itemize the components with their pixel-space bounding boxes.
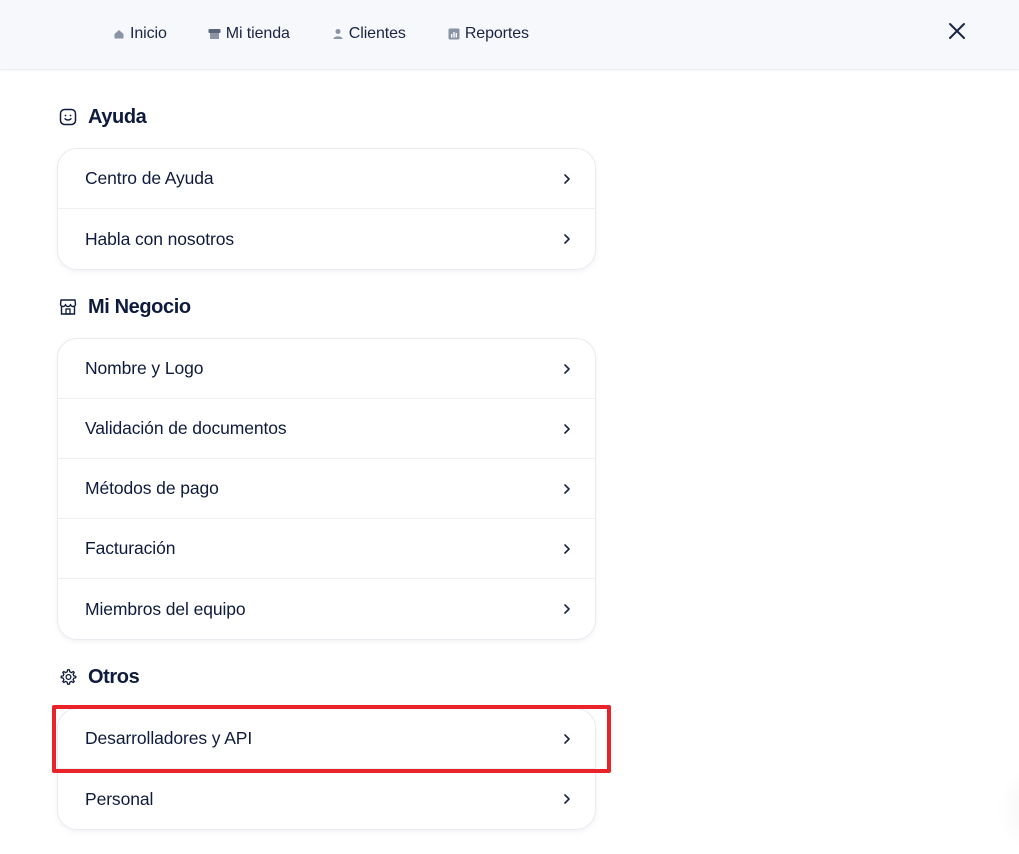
nav-item-reportes[interactable]: Reportes [447,19,529,49]
ayuda-card: Centro de Ayuda Habla con nosotros [57,148,596,270]
chevron-right-icon [561,423,573,435]
menu-item-label: Habla con nosotros [85,228,234,249]
main-nav: Inicio Mi tienda Clientes Reportes [112,0,570,68]
nav-item-label: Clientes [348,25,406,42]
section-header-otros: Otros [58,663,140,691]
section-title: Ayuda [88,105,147,128]
chevron-right-icon [561,363,573,375]
close-button[interactable] [944,20,970,46]
chevron-right-icon [561,483,573,495]
nav-item-clientes[interactable]: Clientes [331,19,406,49]
menu-item-centro-de-ayuda[interactable]: Centro de Ayuda [58,149,595,209]
section-title: Otros [88,665,140,688]
store-icon [208,27,222,41]
close-icon [948,22,966,45]
nav-item-label: Mi tienda [225,25,290,42]
smile-icon [58,107,78,127]
menu-item-label: Miembros del equipo [85,598,246,619]
nav-item-label: Inicio [130,25,167,42]
menu-item-metodos-de-pago[interactable]: Métodos de pago [58,459,595,519]
menu-item-label: Desarrolladores y API [85,728,253,748]
section-header-ayuda: Ayuda [58,103,147,131]
gear-icon [58,667,78,687]
chevron-right-icon [561,733,573,745]
menu-item-label: Validación de documentos [85,418,287,438]
top-nav-bar: Inicio Mi tienda Clientes Reportes [0,0,1019,70]
decorative-shadow [995,760,1019,854]
chevron-right-icon [561,793,573,805]
menu-item-label: Personal [85,788,154,809]
otros-card: Desarrolladores y API Personal [57,708,596,830]
chart-icon [447,27,461,41]
chevron-right-icon [561,233,573,245]
menu-item-label: Centro de Ayuda [85,168,214,188]
chevron-right-icon [561,603,573,615]
menu-item-nombre-y-logo[interactable]: Nombre y Logo [58,339,595,399]
menu-item-label: Nombre y Logo [85,358,204,378]
menu-item-personal[interactable]: Personal [58,769,595,829]
storefront-icon [58,297,78,317]
mi-negocio-card: Nombre y Logo Validación de documentos M… [57,338,596,640]
chevron-right-icon [561,543,573,555]
users-icon [331,27,345,41]
menu-item-label: Facturación [85,538,176,558]
nav-item-mi-tienda[interactable]: Mi tienda [208,19,290,49]
nav-item-label: Reportes [464,25,529,42]
nav-item-inicio[interactable]: Inicio [112,19,167,49]
home-icon [112,27,126,41]
menu-item-desarrolladores-y-api[interactable]: Desarrolladores y API [58,709,595,769]
section-title: Mi Negocio [88,295,191,318]
menu-item-habla-con-nosotros[interactable]: Habla con nosotros [58,209,595,269]
section-header-mi-negocio: Mi Negocio [58,293,191,321]
menu-item-label: Métodos de pago [85,478,219,498]
menu-item-validacion-de-documentos[interactable]: Validación de documentos [58,399,595,459]
chevron-right-icon [561,173,573,185]
menu-item-facturacion[interactable]: Facturación [58,519,595,579]
menu-item-miembros-del-equipo[interactable]: Miembros del equipo [58,579,595,639]
